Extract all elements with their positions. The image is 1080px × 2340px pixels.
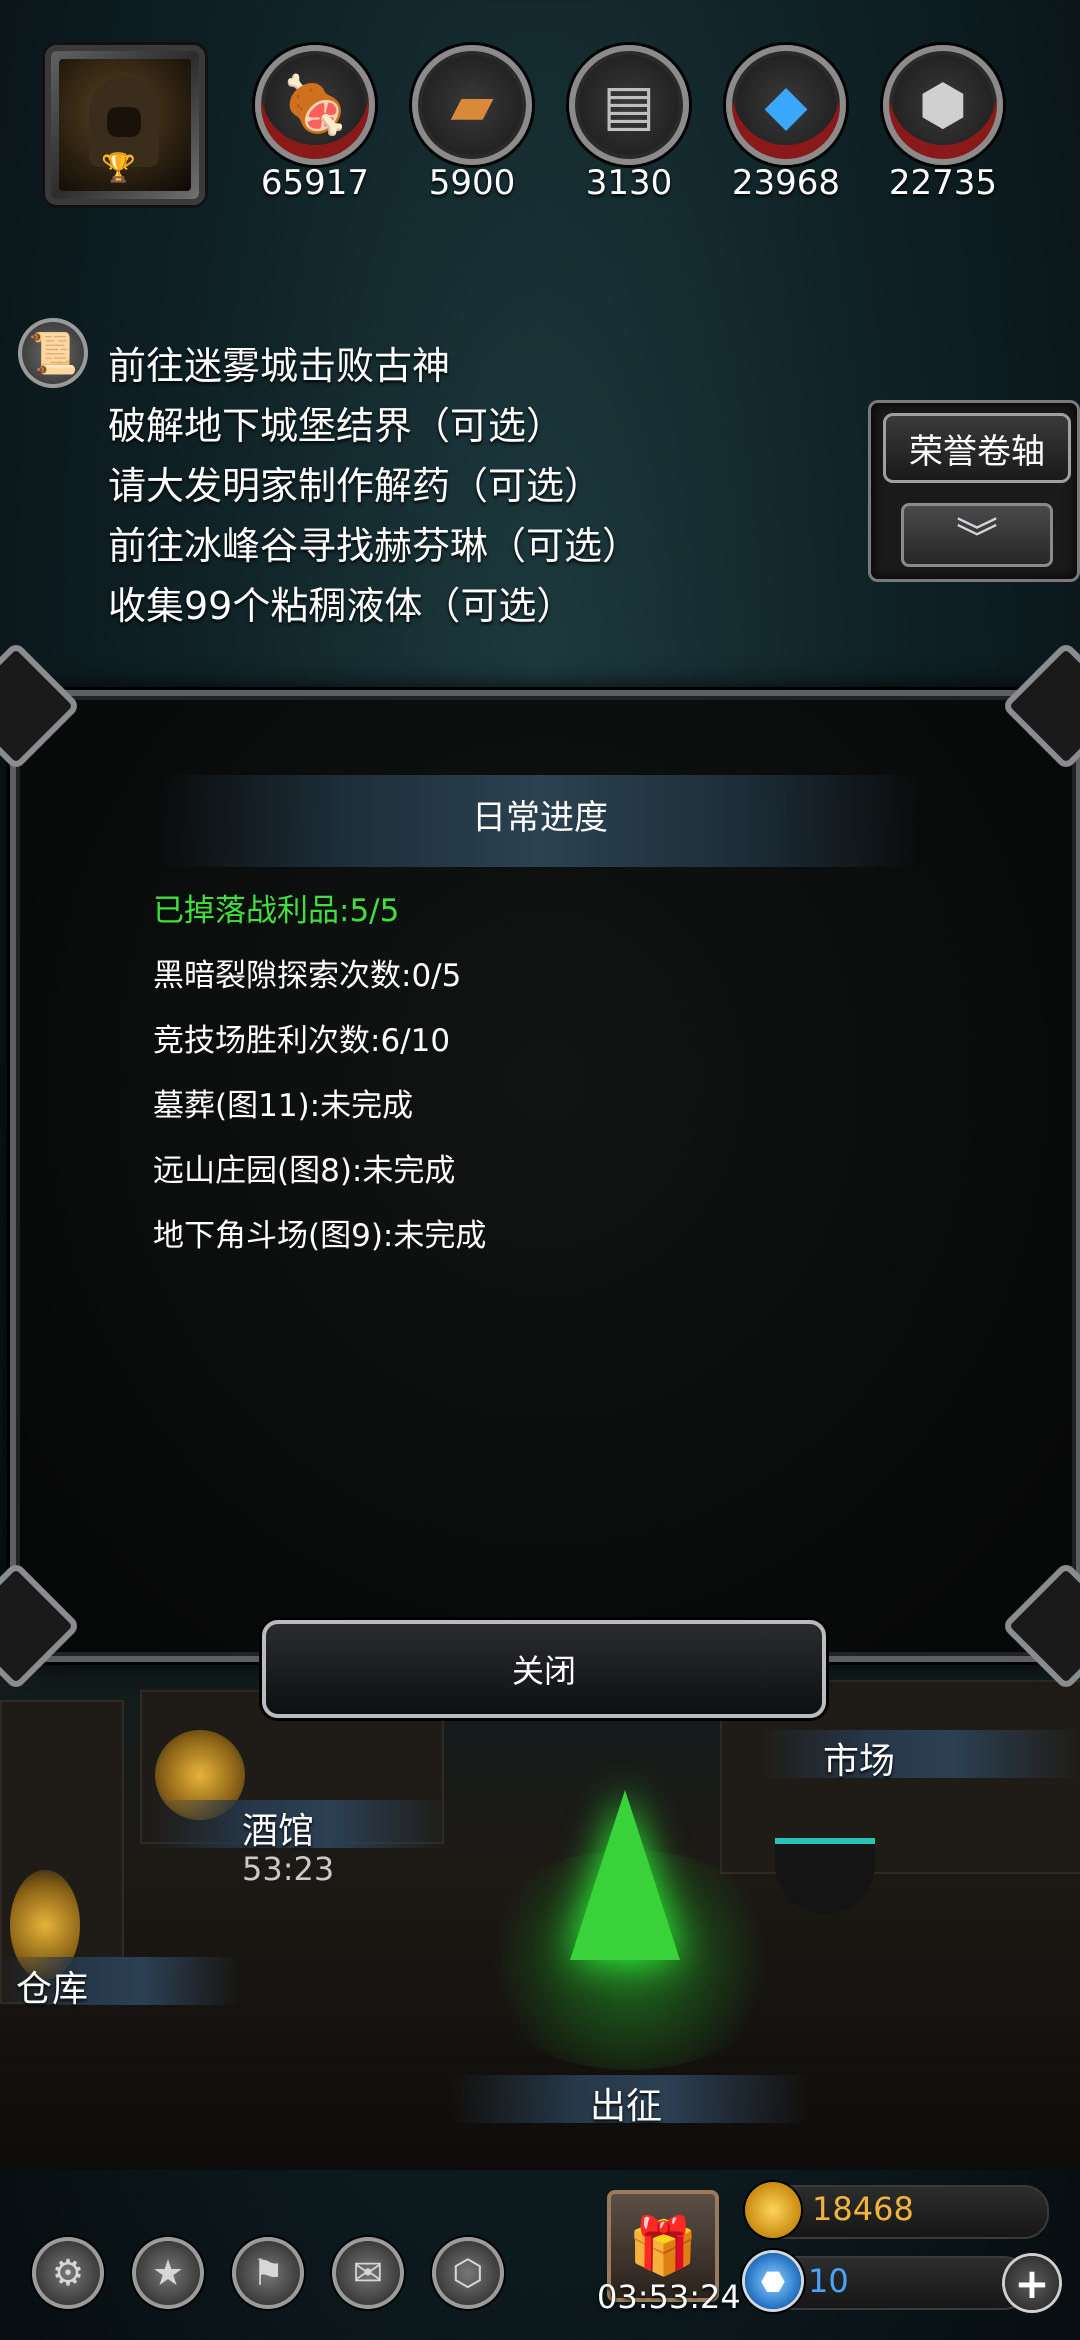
- gem-icon: ⬣: [745, 2253, 801, 2309]
- box-icon: ⬡: [452, 2252, 484, 2294]
- resource-iron-value: 3130: [585, 163, 673, 203]
- resource-ore-value: 22735: [888, 163, 998, 203]
- ore-icon: ⬢: [883, 45, 1003, 165]
- star-icon: ★: [151, 2252, 185, 2294]
- shop-button[interactable]: ⬡: [432, 2237, 504, 2309]
- resource-wood-value: 5900: [428, 163, 516, 203]
- gift-timer: 03:53:24: [597, 2278, 741, 2316]
- expand-chevron-button[interactable]: ︾: [901, 503, 1053, 567]
- quest-scroll-icon[interactable]: 📜: [18, 318, 88, 388]
- chevron-down-icon: ︾: [955, 513, 998, 563]
- honor-scroll-panel: 荣誉卷轴 ︾: [868, 400, 1080, 582]
- quest-item[interactable]: 前往冰峰谷寻找赫芬琳（可选）: [108, 515, 640, 570]
- meat-icon: 🍖: [255, 45, 375, 165]
- wood-icon: ▰: [412, 45, 532, 165]
- expedition-crystal-icon[interactable]: [570, 1790, 680, 1960]
- resource-crystal-value: 23968: [731, 163, 841, 203]
- mail-button[interactable]: ✉: [332, 2237, 404, 2309]
- settings-button[interactable]: ⚙: [32, 2237, 104, 2309]
- add-currency-button[interactable]: +: [1005, 2256, 1059, 2310]
- close-button[interactable]: 关闭: [262, 1620, 826, 1718]
- panel-title: 日常进度: [472, 798, 608, 838]
- achievements-button[interactable]: ★: [132, 2237, 204, 2309]
- market-label-bar: [760, 1730, 1080, 1778]
- market-label[interactable]: 市场: [823, 1732, 895, 1784]
- gold-coin-icon: [745, 2182, 801, 2238]
- progress-line: 已掉落战利品:5/5: [153, 893, 400, 929]
- guild-button[interactable]: ⚑: [232, 2237, 304, 2309]
- progress-line: 墓葬(图11):未完成: [153, 1088, 414, 1124]
- tavern-timer: 53:23: [242, 1850, 335, 1888]
- quest-item[interactable]: 请大发明家制作解药（可选）: [108, 455, 602, 510]
- resource-crystal[interactable]: ◆ 23968: [726, 45, 846, 203]
- plus-icon: +: [1014, 2258, 1050, 2308]
- progress-line: 黑暗裂隙探索次数:0/5: [153, 958, 462, 994]
- avatar-portrait: 🏆: [59, 59, 191, 191]
- mail-icon: ✉: [352, 2252, 384, 2294]
- resource-ore[interactable]: ⬢ 22735: [883, 45, 1003, 203]
- player-avatar[interactable]: 🏆: [45, 45, 205, 205]
- progress-line: 竞技场胜利次数:6/10: [153, 1023, 451, 1059]
- resource-meat-value: 65917: [260, 163, 370, 203]
- honor-scroll-button[interactable]: 荣誉卷轴: [883, 413, 1071, 483]
- gem-value: 10: [808, 2262, 849, 2300]
- resource-meat[interactable]: 🍖 65917: [255, 45, 375, 203]
- gear-icon: ⚙: [51, 2252, 85, 2294]
- quest-item[interactable]: 前往迷雾城击败古神: [108, 335, 450, 390]
- progress-line: 远山庄园(图8):未完成: [153, 1153, 456, 1189]
- banner-icon: ⚑: [251, 2252, 285, 2294]
- gold-value: 18468: [812, 2190, 914, 2228]
- crystal-icon: ◆: [726, 45, 846, 165]
- trophy-icon: 🏆: [101, 151, 136, 184]
- progress-line: 地下角斗场(图9):未完成: [153, 1218, 487, 1254]
- resource-wood[interactable]: ▰ 5900: [412, 45, 532, 203]
- tavern-label[interactable]: 酒馆: [242, 1802, 314, 1854]
- resource-iron[interactable]: ▤ 3130: [569, 45, 689, 203]
- quest-item[interactable]: 破解地下城堡结界（可选）: [108, 395, 564, 450]
- gift-icon: 🎁: [628, 2214, 698, 2279]
- expedition-label[interactable]: 出征: [590, 2077, 662, 2129]
- iron-icon: ▤: [569, 45, 689, 165]
- warehouse-label[interactable]: 仓库: [16, 1960, 88, 2012]
- face-shadow: [107, 107, 141, 137]
- quest-item[interactable]: 收集99个粘稠液体（可选）: [108, 575, 574, 630]
